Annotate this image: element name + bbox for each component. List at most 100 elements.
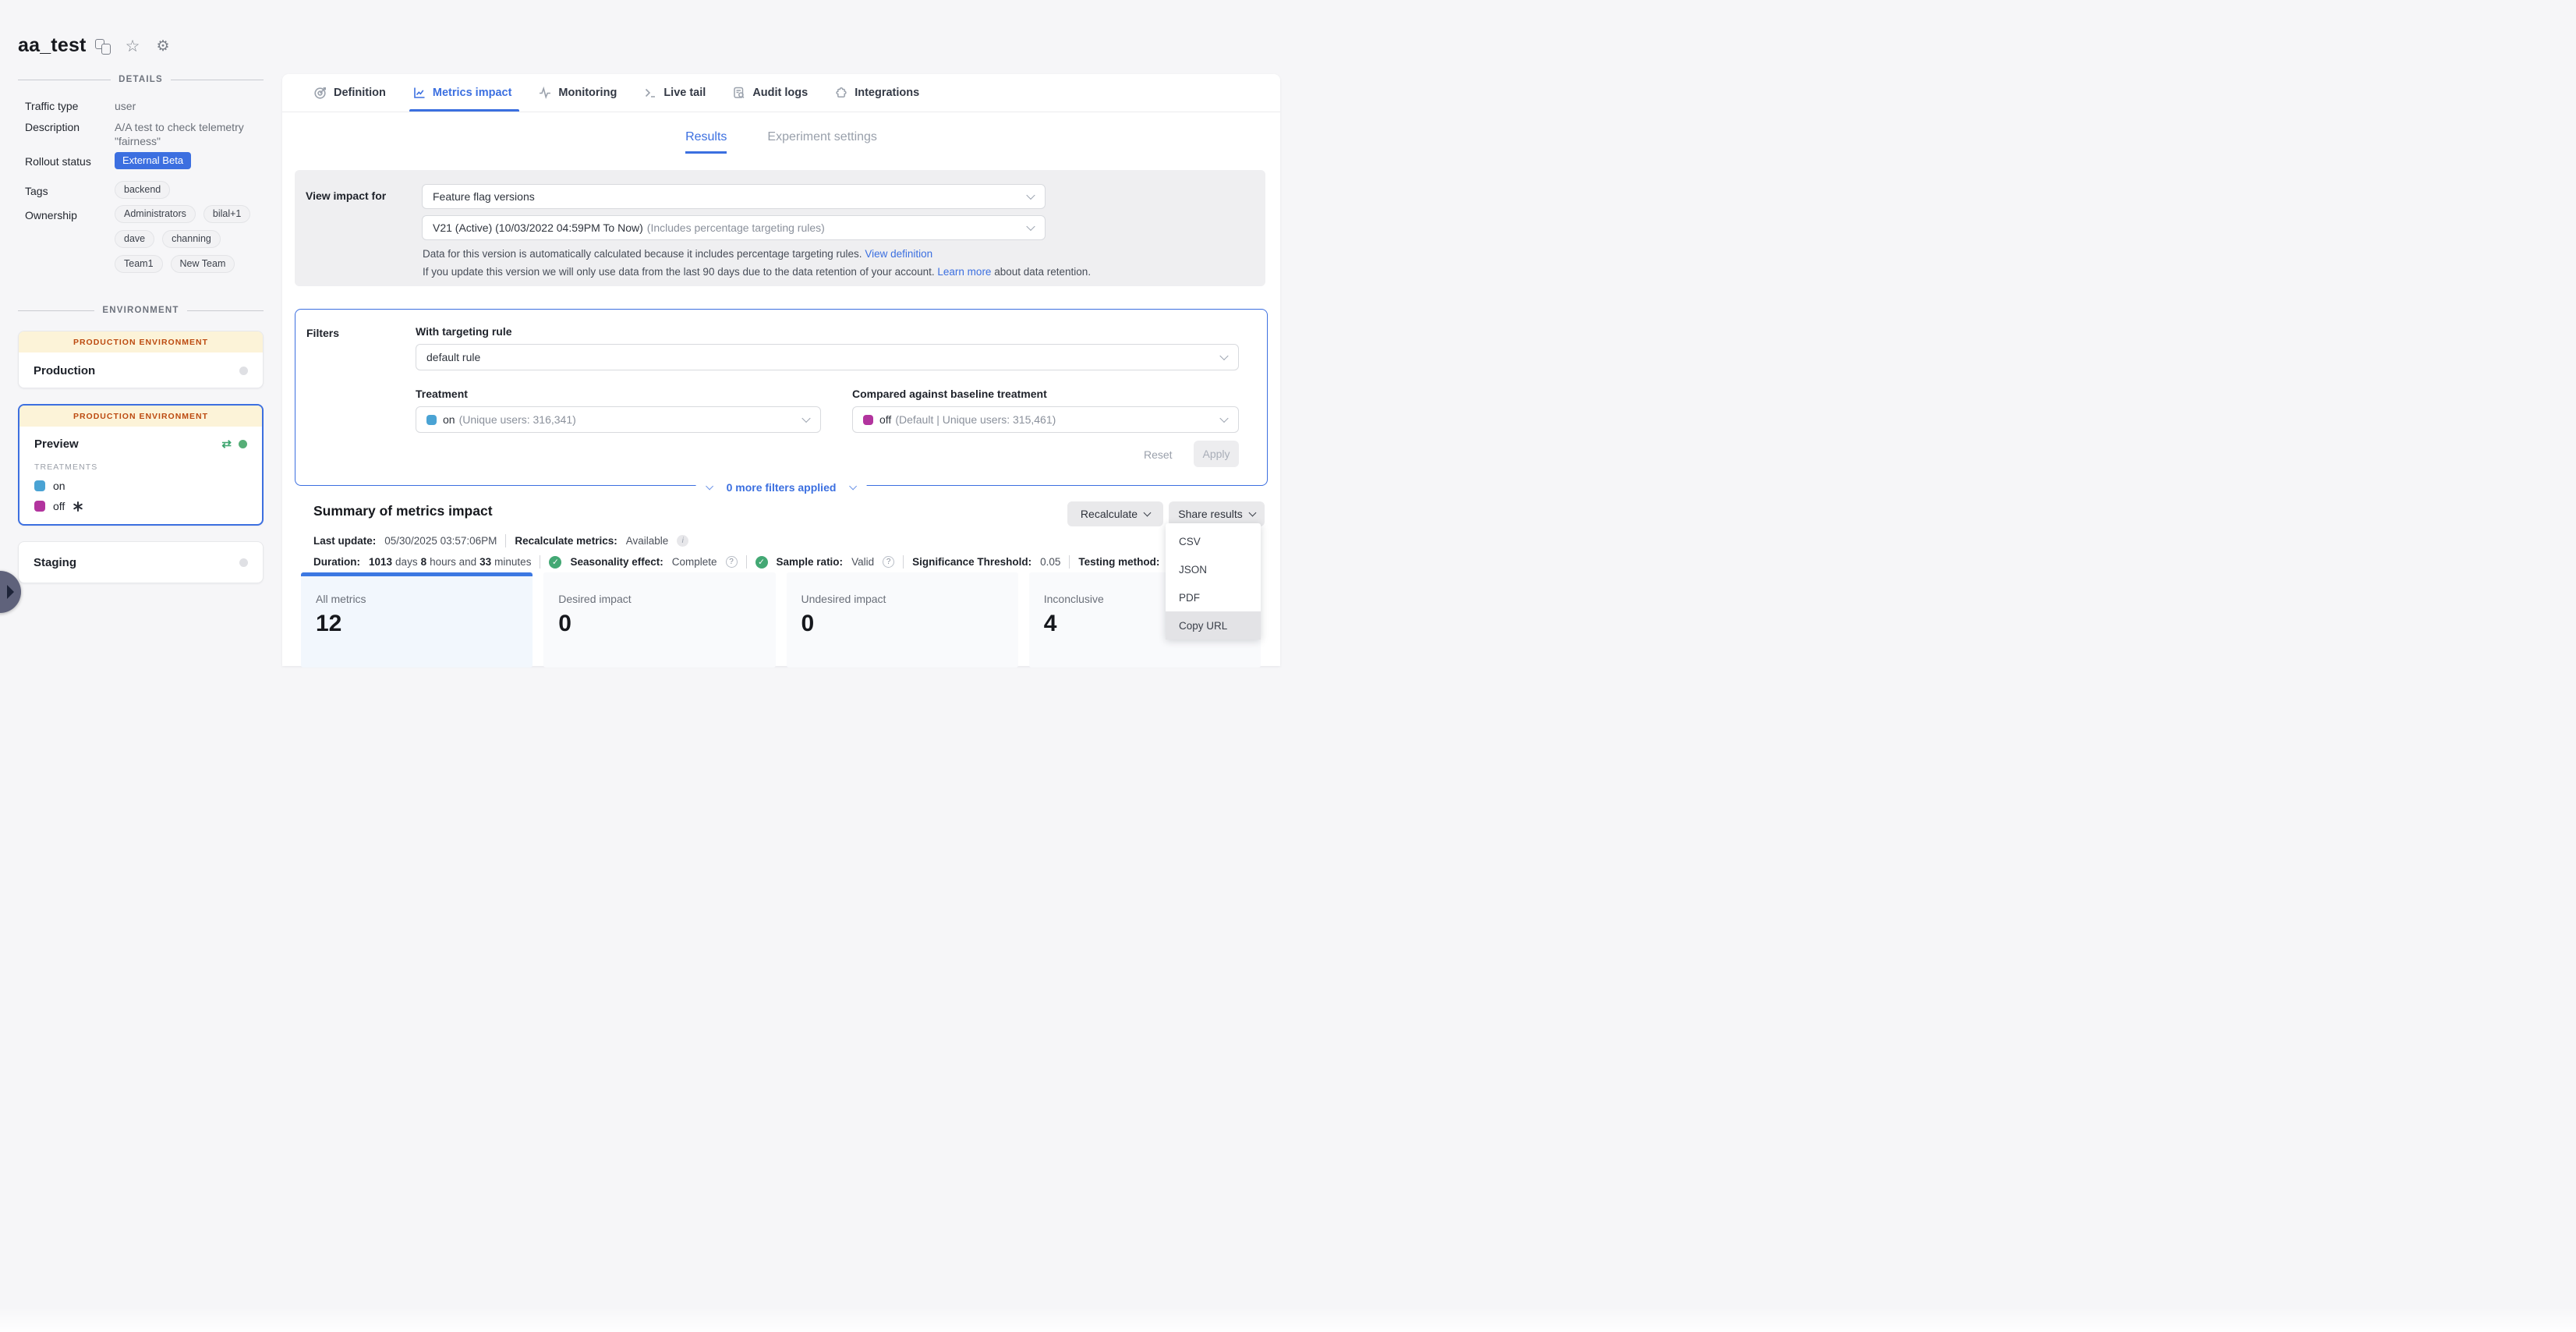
line-chart-icon xyxy=(412,86,426,100)
status-dot-green xyxy=(239,440,247,448)
metric-card-desired-impact[interactable]: Desired impact 0 xyxy=(543,572,775,668)
tab-live-tail[interactable]: Live tail xyxy=(643,74,706,112)
traffic-type-value: user xyxy=(115,100,258,114)
share-results-label: Share results xyxy=(1178,508,1242,520)
ownership-chip[interactable]: dave xyxy=(115,230,154,248)
target-icon xyxy=(313,86,327,100)
menu-item-pdf[interactable]: PDF xyxy=(1166,583,1261,611)
bottom-fade xyxy=(0,1305,2576,1332)
learn-more-link[interactable]: Learn more xyxy=(937,266,991,278)
tab-integrations[interactable]: Integrations xyxy=(834,74,919,112)
metric-card-value: 0 xyxy=(558,611,760,637)
last-update-label: Last update: xyxy=(313,535,376,547)
duration-label: Duration: xyxy=(313,556,360,568)
tab-definition[interactable]: Definition xyxy=(313,74,386,112)
tab-monitoring[interactable]: Monitoring xyxy=(538,74,617,112)
tab-label: Definition xyxy=(334,87,386,99)
rollout-status-badge[interactable]: External Beta xyxy=(115,152,191,169)
details-label: DETAILS xyxy=(119,75,163,84)
seasonality-value: Complete xyxy=(672,556,717,568)
subtab-experiment-settings[interactable]: Experiment settings xyxy=(767,130,877,154)
tab-label: Audit logs xyxy=(752,87,808,99)
more-filters-label: 0 more filters applied xyxy=(727,481,837,494)
env-card-production[interactable]: PRODUCTION ENVIRONMENT Production xyxy=(18,331,264,388)
subtab-results[interactable]: Results xyxy=(685,130,727,154)
swap-treatments-icon[interactable]: ⇄ xyxy=(221,437,232,451)
ownership-chip[interactable]: Team1 xyxy=(115,255,163,273)
env-name-staging: Staging xyxy=(34,556,76,569)
seasonality-label: Seasonality effect: xyxy=(570,556,663,568)
info-icon[interactable]: i xyxy=(677,535,688,547)
chevron-down-icon xyxy=(1248,509,1256,517)
production-environment-banner: PRODUCTION ENVIRONMENT xyxy=(19,406,262,427)
copy-icon[interactable] xyxy=(95,39,111,55)
view-impact-panel: View impact for Feature flag versions V2… xyxy=(295,170,1265,286)
ownership-chip[interactable]: channing xyxy=(162,230,221,248)
status-row-2: Duration: 1013days 8hours and 33minutes … xyxy=(313,555,1187,569)
treatment-label: Treatment xyxy=(416,388,468,400)
view-definition-link[interactable]: View definition xyxy=(865,248,932,260)
treatment-off-swatch xyxy=(863,415,873,425)
metric-card-label: Desired impact xyxy=(558,593,760,605)
gear-icon[interactable]: ⚙ xyxy=(155,39,171,55)
help-icon[interactable]: ? xyxy=(726,556,738,568)
env-name-production: Production xyxy=(34,364,95,377)
menu-item-copy-url[interactable]: Copy URL xyxy=(1166,611,1261,639)
ownership-chip[interactable]: New Team xyxy=(171,255,235,273)
targeting-rule-select[interactable]: default rule xyxy=(416,344,1239,370)
ownership-chips: Administrators bilal+1 dave channing Tea… xyxy=(115,205,271,273)
env-card-preview[interactable]: PRODUCTION ENVIRONMENT Preview ⇄ TREATME… xyxy=(18,404,264,526)
page-title: aa_test xyxy=(18,34,87,57)
menu-item-csv[interactable]: CSV xyxy=(1166,527,1261,555)
metric-card-label: All metrics xyxy=(316,593,518,605)
recalculate-metrics-label: Recalculate metrics: xyxy=(515,535,617,547)
baseline-secondary: (Default | Unique users: 315,461) xyxy=(895,413,1056,426)
metric-card-undesired-impact[interactable]: Undesired impact 0 xyxy=(787,572,1018,668)
check-circle-icon: ✓ xyxy=(755,556,768,569)
chevron-down-icon xyxy=(1219,352,1228,360)
treatments-label: TREATMENTS xyxy=(19,459,262,472)
treatment-value: on xyxy=(443,413,455,426)
help-icon[interactable]: ? xyxy=(883,556,894,568)
status-dot-gray xyxy=(239,558,248,567)
version-value: V21 (Active) (10/03/2022 04:59PM To Now) xyxy=(433,221,643,234)
chevron-down-icon xyxy=(801,414,810,423)
tab-label: Live tail xyxy=(663,87,706,99)
star-icon[interactable]: ☆ xyxy=(125,39,140,55)
apply-button[interactable]: Apply xyxy=(1194,441,1239,467)
menu-item-json[interactable]: JSON xyxy=(1166,555,1261,583)
divider xyxy=(903,555,904,569)
audit-log-icon xyxy=(732,86,746,100)
divider xyxy=(505,534,506,547)
reset-button[interactable]: Reset xyxy=(1144,448,1173,461)
sample-ratio-label: Sample ratio: xyxy=(777,556,844,568)
impact-source-value: Feature flag versions xyxy=(433,190,535,203)
ownership-chip[interactable]: bilal+1 xyxy=(203,205,251,223)
note-text: about data retention. xyxy=(994,266,1091,278)
more-filters-toggle[interactable]: 0 more filters applied xyxy=(696,481,867,494)
env-card-staging[interactable]: Staging xyxy=(18,541,264,583)
version-select[interactable]: V21 (Active) (10/03/2022 04:59PM To Now)… xyxy=(422,215,1046,240)
tags-label: Tags xyxy=(25,185,48,197)
treatment-off-label: off xyxy=(53,500,65,512)
impact-source-select[interactable]: Feature flag versions xyxy=(422,184,1046,209)
view-impact-label: View impact for xyxy=(306,190,386,202)
divider xyxy=(1069,555,1070,569)
tag-chip[interactable]: backend xyxy=(115,181,170,199)
tab-label: Metrics impact xyxy=(433,87,512,99)
metric-card-label: Undesired impact xyxy=(801,593,1003,605)
description-value: A/A test to check telemetry "fairness" xyxy=(115,121,258,148)
chevron-down-icon xyxy=(706,482,713,490)
baseline-select[interactable]: off (Default | Unique users: 315,461) xyxy=(852,406,1239,433)
tab-metrics-impact[interactable]: Metrics impact xyxy=(412,74,512,112)
metric-card-value: 12 xyxy=(316,611,518,637)
treatment-select[interactable]: on (Unique users: 316,341) xyxy=(416,406,821,433)
testing-method-label: Testing method: xyxy=(1078,556,1159,568)
details-section-header: DETAILS xyxy=(18,75,264,84)
default-treatment-asterisk-icon xyxy=(73,501,83,512)
metric-card-all-metrics[interactable]: All metrics 12 xyxy=(301,572,533,668)
env-name-preview: Preview xyxy=(34,438,79,451)
recalculate-button[interactable]: Recalculate xyxy=(1067,501,1163,526)
ownership-chip[interactable]: Administrators xyxy=(115,205,196,223)
tab-audit-logs[interactable]: Audit logs xyxy=(732,74,808,112)
